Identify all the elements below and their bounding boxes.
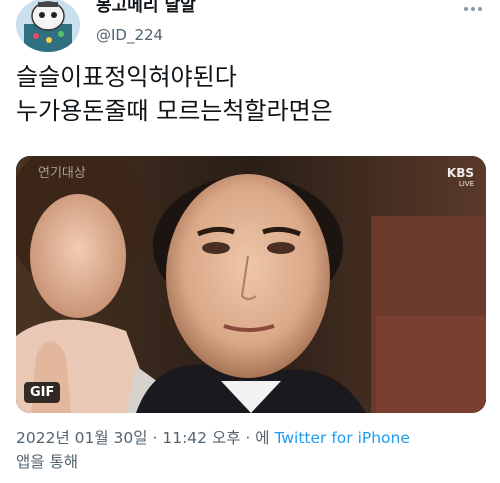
broadcast-title-overlay: 연기대상 (38, 166, 86, 181)
user-handle[interactable]: @ID_224 (96, 26, 163, 44)
tweet-time[interactable]: 11:42 오후 (162, 429, 240, 447)
display-name[interactable]: 몽고메리 날알 (96, 0, 196, 16)
avatar[interactable] (16, 0, 80, 52)
gif-badge: GIF (24, 382, 61, 403)
kbs-logo: KBS LIVE (447, 166, 474, 188)
meta-separator: · (152, 429, 158, 447)
tweet-date[interactable]: 2022년 01월 30일 (16, 429, 148, 447)
tweet-text-line-1: 슬슬이표정익혀야된다 (16, 63, 237, 91)
tweet-text-line-2: 누가용돈줄때 모르는척할라면은 (16, 97, 333, 125)
broadcaster-sub: LIVE (458, 180, 474, 188)
via-prefix: · 에 (245, 429, 270, 447)
tweet-metadata: 2022년 01월 30일 · 11:42 오후 · 에 Twitter for… (16, 426, 491, 474)
client-link[interactable]: Twitter for iPhone (274, 429, 409, 447)
tweet-media-gif[interactable]: 연기대상 KBS LIVE GIF (16, 156, 486, 413)
cartoon-avatar-icon (16, 0, 80, 52)
gif-frame-image (16, 156, 486, 413)
tweet-text: 슬슬이표정익혀야된다 누가용돈줄때 모르는척할라면은 (16, 60, 486, 128)
via-suffix: 앱을 통해 (16, 453, 78, 471)
broadcaster-name: KBS (446, 166, 474, 180)
more-options-icon[interactable] (456, 0, 490, 18)
